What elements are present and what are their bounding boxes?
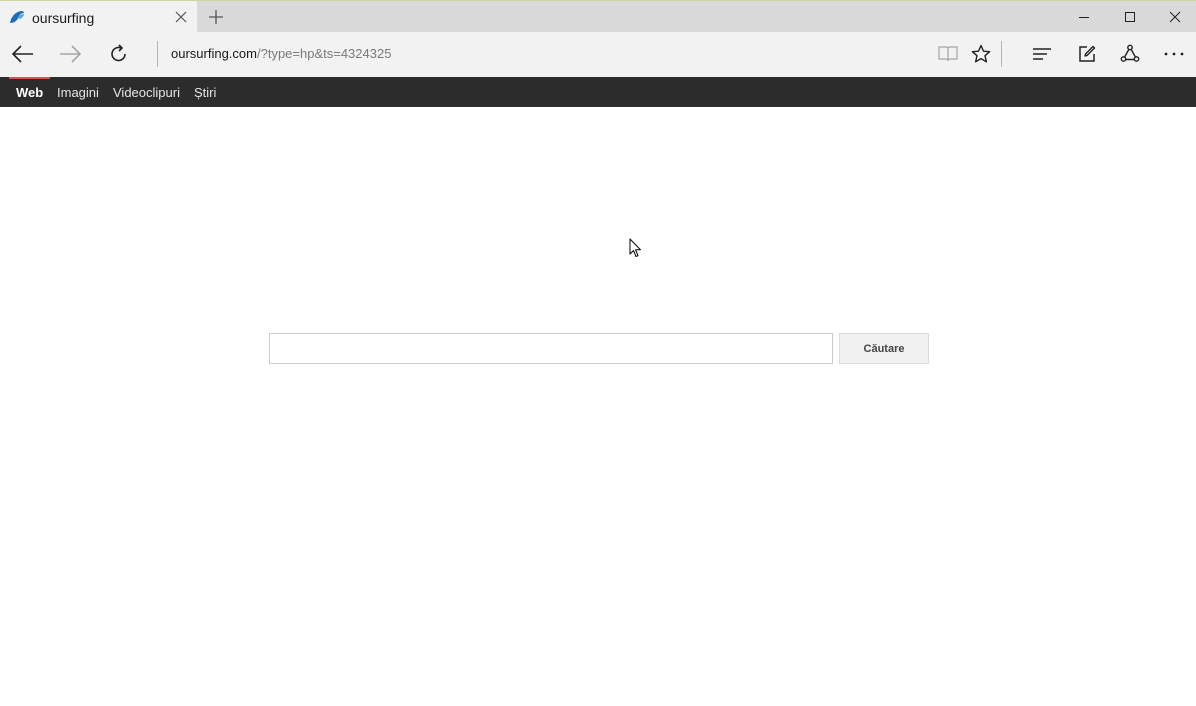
browser-toolbar: oursurfing.com/?type=hp&ts=4324325 — [0, 32, 1196, 77]
search-button[interactable]: Căutare — [839, 333, 929, 364]
new-tab-icon[interactable] — [205, 6, 227, 28]
web-note-icon[interactable] — [1071, 39, 1103, 69]
search-verticals-bar: Web Imagini Videoclipuri Știri — [0, 77, 1196, 107]
tab-title: oursurfing — [32, 10, 95, 26]
forward-arrow-icon[interactable] — [54, 39, 86, 69]
tab-videos[interactable]: Videoclipuri — [113, 85, 180, 100]
hub-icon[interactable] — [1026, 39, 1058, 69]
more-icon[interactable] — [1158, 39, 1190, 69]
address-bar[interactable]: oursurfing.com/?type=hp&ts=4324325 — [171, 46, 391, 62]
reading-view-icon[interactable] — [932, 39, 964, 69]
tab-web[interactable]: Web — [16, 85, 43, 100]
wave-favicon-icon — [9, 10, 25, 24]
maximize-icon[interactable] — [1107, 1, 1153, 33]
tab-news[interactable]: Știri — [194, 85, 216, 100]
tab-images[interactable]: Imagini — [57, 85, 99, 100]
share-icon[interactable] — [1114, 39, 1146, 69]
address-divider — [157, 41, 158, 67]
minimize-icon[interactable] — [1061, 1, 1107, 33]
address-host: oursurfing.com — [171, 46, 257, 61]
close-tab-icon[interactable] — [172, 8, 190, 26]
refresh-icon[interactable] — [103, 39, 135, 69]
mouse-cursor-icon — [629, 238, 643, 258]
star-icon[interactable] — [965, 39, 997, 69]
browser-tab[interactable]: oursurfing — [0, 1, 197, 33]
close-window-icon[interactable] — [1152, 1, 1196, 33]
title-bar: oursurfing — [0, 0, 1196, 33]
active-tab-indicator — [9, 77, 50, 79]
address-path: /?type=hp&ts=4324325 — [256, 46, 392, 61]
toolbar-divider — [1001, 41, 1002, 67]
back-arrow-icon[interactable] — [7, 39, 39, 69]
search-input[interactable] — [269, 333, 833, 364]
